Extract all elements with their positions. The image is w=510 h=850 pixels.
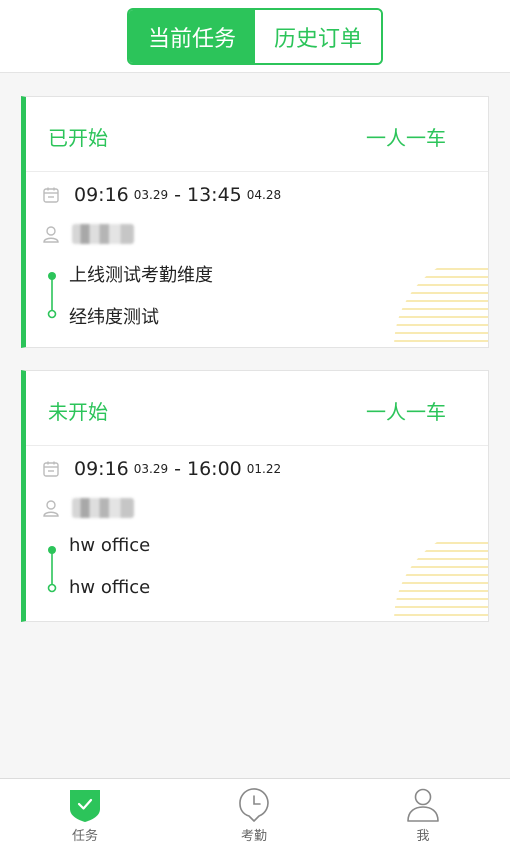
calendar-icon [43,461,59,477]
tab-current-tasks[interactable]: 当前任务 [129,10,255,63]
start-location: hw office [69,535,151,556]
start-date: 03.29 [133,462,169,476]
calendar-icon [43,187,59,203]
tab-me-label: 我 [416,829,430,844]
route-line-icon [47,546,57,593]
end-time: 13:45 [186,184,242,206]
blurred-user-name [72,224,134,244]
clock-pin-icon [239,788,269,822]
task-status: 已开始 [48,126,108,150]
user-icon [43,226,59,243]
end-date: 04.28 [246,188,282,202]
time-separator: - [174,458,181,480]
task-status: 未开始 [48,400,108,424]
task-time-range: 09:16 03.29 - 13:45 04.28 [42,181,287,209]
tab-attendance[interactable]: 考勤 [214,787,294,844]
bottom-tab-bar: 任务 考勤 我 [0,778,510,850]
task-type: 一人一车 [366,126,446,150]
task-user [42,221,134,247]
task-card-header: 未开始 一人一车 [26,371,488,446]
tab-tasks[interactable]: 任务 [45,787,125,844]
tab-attendance-label: 考勤 [240,829,267,844]
tab-tasks-label: 任务 [71,829,98,844]
time-separator: - [174,184,181,206]
tab-order-history[interactable]: 历史订单 [255,10,381,63]
start-date: 03.29 [133,188,169,202]
end-location: 经纬度测试 [69,307,159,328]
task-user [42,495,134,521]
start-time: 09:16 [74,458,129,480]
decorative-stripes [394,268,488,342]
end-time: 16:00 [186,458,242,480]
end-location: hw office [69,577,151,598]
decorative-stripes [394,542,488,616]
end-date: 01.22 [246,462,282,476]
task-card[interactable]: 未开始 一人一车 09:16 03.29 - 16:00 01.22 hw of… [21,370,489,622]
task-type: 一人一车 [366,400,446,424]
task-segment-control: 当前任务 历史订单 [127,8,383,65]
person-icon [407,788,439,822]
task-shield-icon [70,790,100,822]
top-header: 当前任务 历史订单 [0,0,510,73]
start-time: 09:16 [74,184,129,206]
route-line-icon [47,272,57,319]
start-location: 上线测试考勤维度 [69,265,213,286]
tab-me[interactable]: 我 [383,787,463,844]
user-icon [43,500,59,517]
task-card-header: 已开始 一人一车 [26,97,488,172]
task-time-range: 09:16 03.29 - 16:00 01.22 [42,455,287,483]
task-card[interactable]: 已开始 一人一车 09:16 03.29 - 13:45 04.28 上线测试考… [21,96,489,348]
blurred-user-name [72,498,134,518]
